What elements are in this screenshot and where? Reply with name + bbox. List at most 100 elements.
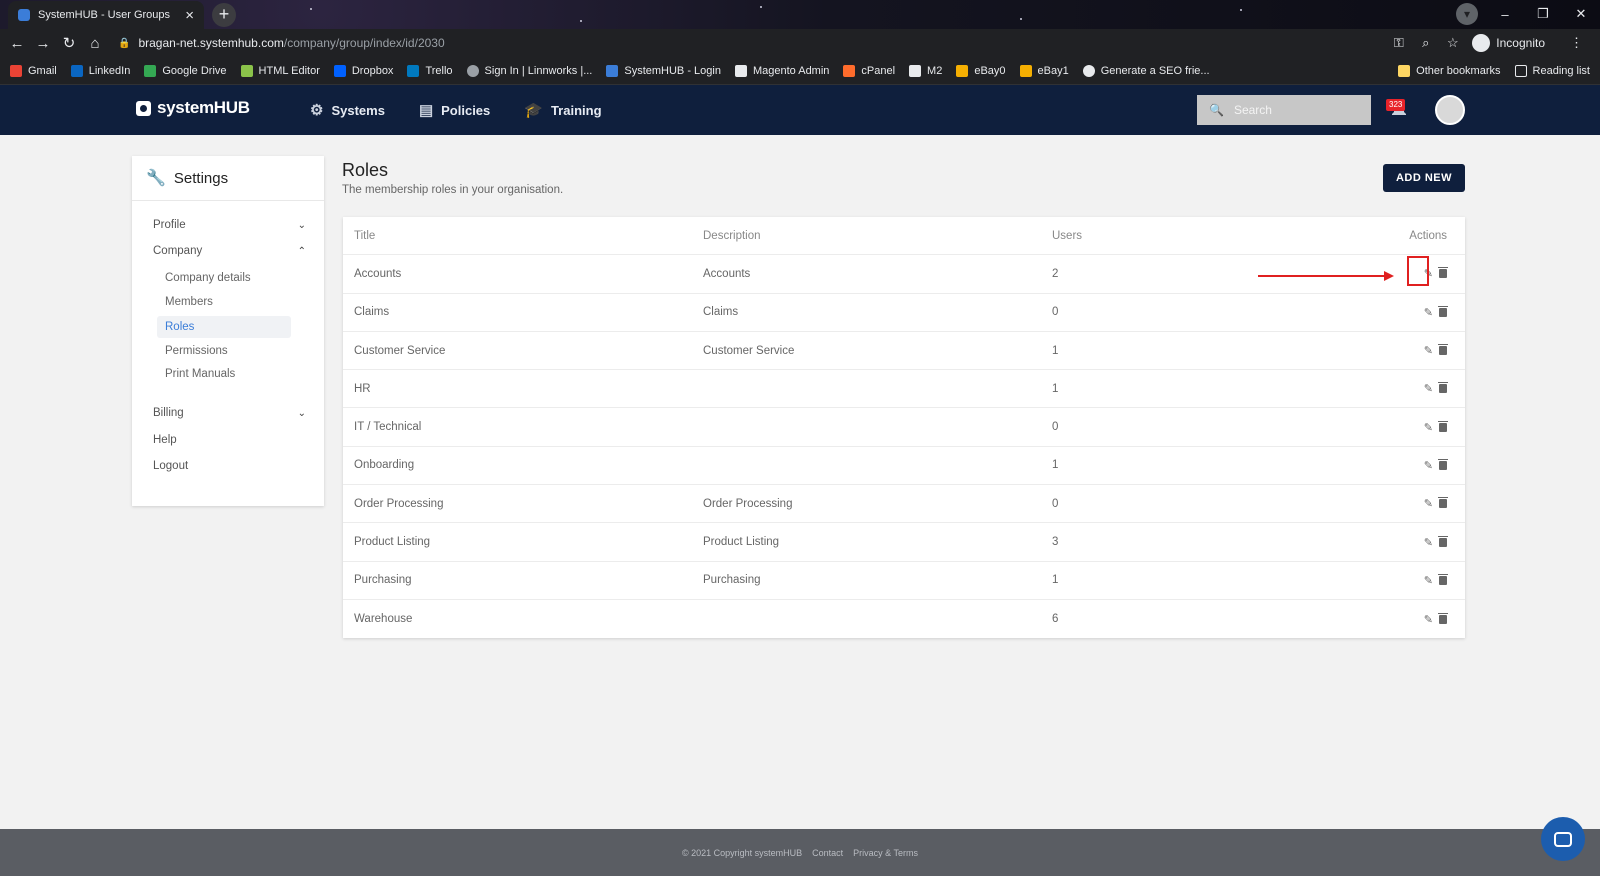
bookmark-linkedin[interactable]: LinkedIn: [70, 64, 130, 77]
page-title: Roles: [342, 160, 389, 180]
trash-icon[interactable]: [1438, 267, 1448, 279]
bookmark-m2[interactable]: M2: [909, 64, 943, 77]
url-field[interactable]: 🔒 bragan-net.systemhub.com /company/grou…: [118, 36, 445, 50]
role-users-count: 1: [1052, 574, 1059, 587]
bookmark-trello[interactable]: Trello: [407, 64, 453, 77]
back-icon[interactable]: ←: [4, 35, 30, 52]
reading-list-label: Reading list: [1532, 65, 1590, 77]
bookmark-star-icon[interactable]: ☆: [1439, 35, 1466, 51]
sidebar-item-logout[interactable]: Logout: [153, 460, 188, 472]
nav-policies[interactable]: ▤ Policies: [419, 101, 490, 119]
edit-icon[interactable]: ✎: [1424, 459, 1433, 472]
row-actions: ✎: [1424, 370, 1448, 407]
other-bookmarks-folder[interactable]: Other bookmarks: [1398, 65, 1501, 77]
browser-menu-icon[interactable]: ⋮: [1563, 35, 1590, 51]
incognito-indicator[interactable]: Incognito: [1472, 34, 1545, 52]
trash-icon[interactable]: [1438, 612, 1448, 624]
reading-list[interactable]: Reading list: [1514, 65, 1590, 77]
home-icon[interactable]: ⌂: [82, 35, 108, 52]
magento-icon: [734, 64, 747, 77]
chevron-down-icon[interactable]: ⌄: [298, 220, 306, 231]
role-title: IT / Technical: [354, 421, 422, 434]
trash-icon[interactable]: [1438, 573, 1448, 585]
user-avatar[interactable]: [1435, 95, 1465, 125]
background-star: [760, 6, 762, 8]
minimize-icon[interactable]: –: [1486, 7, 1524, 22]
close-window-icon[interactable]: ✕: [1562, 6, 1600, 22]
role-description: Order Processing: [703, 497, 793, 510]
footer-contact-link[interactable]: Contact: [812, 848, 843, 858]
bookmark-cpanel[interactable]: cPanel: [843, 64, 895, 77]
restore-icon[interactable]: ❐: [1524, 6, 1562, 22]
edit-icon[interactable]: ✎: [1424, 382, 1433, 395]
trash-icon[interactable]: [1438, 535, 1448, 547]
trash-icon[interactable]: [1438, 458, 1448, 470]
close-tab-icon[interactable]: ×: [185, 7, 194, 24]
sidebar-item-company[interactable]: Company: [153, 245, 202, 257]
role-users-count: 0: [1052, 421, 1059, 434]
nav-training[interactable]: 🎓 Training: [524, 101, 601, 119]
bookmark-magento-admin[interactable]: Magento Admin: [734, 64, 829, 77]
nav-label: Training: [550, 102, 602, 118]
dropbox-icon: [333, 64, 346, 77]
sidebar-item-print-manuals[interactable]: Print Manuals: [165, 368, 235, 380]
edit-icon[interactable]: ✎: [1424, 613, 1433, 626]
key-icon[interactable]: ⚿: [1385, 35, 1412, 51]
bookmark-label: M2: [927, 64, 943, 77]
bookmark-systemhub-login[interactable]: SystemHUB - Login: [606, 64, 721, 77]
browser-tab-active[interactable]: SystemHUB - User Groups ×: [8, 1, 204, 29]
sidebar-item-help[interactable]: Help: [153, 434, 177, 446]
search-icon: 🔍: [1209, 103, 1224, 117]
bookmark-gmail[interactable]: Gmail: [10, 64, 57, 77]
nav-systems[interactable]: ⚙ Systems: [310, 101, 385, 119]
role-description: Purchasing: [703, 574, 761, 587]
edit-icon[interactable]: ✎: [1424, 421, 1433, 434]
sidebar-item-permissions[interactable]: Permissions: [165, 345, 228, 357]
role-users-count: 1: [1052, 382, 1059, 395]
search-input[interactable]: [1233, 103, 1364, 117]
document-icon: ▤: [418, 102, 434, 119]
globe-icon: [1082, 64, 1095, 77]
trash-icon[interactable]: [1438, 382, 1448, 394]
edit-icon[interactable]: ✎: [1424, 536, 1433, 549]
bookmark-linnworks[interactable]: Sign In | Linnworks |...: [466, 64, 592, 77]
sidebar-item-profile[interactable]: Profile: [153, 219, 186, 231]
edit-icon[interactable]: ✎: [1424, 497, 1433, 510]
zoom-icon[interactable]: ⌕: [1412, 35, 1439, 51]
edit-icon[interactable]: ✎: [1424, 574, 1433, 587]
add-new-button[interactable]: ADD NEW: [1383, 164, 1465, 192]
bookmark-label: Gmail: [28, 64, 57, 77]
footer-privacy-link[interactable]: Privacy & Terms: [853, 848, 918, 858]
bookmark-html-editor[interactable]: HTML Editor: [240, 64, 320, 77]
bookmark-seo-generator[interactable]: Generate a SEO frie...: [1082, 64, 1210, 77]
chevron-down-icon[interactable]: ⌄: [298, 408, 306, 419]
trash-icon[interactable]: [1438, 497, 1448, 509]
chevron-up-icon[interactable]: ⌃: [298, 246, 306, 257]
edit-icon[interactable]: ✎: [1424, 344, 1433, 357]
trash-icon[interactable]: [1438, 305, 1448, 317]
trash-icon[interactable]: [1438, 420, 1448, 432]
sidebar-item-billing[interactable]: Billing: [153, 407, 184, 419]
sidebar-item-company-details[interactable]: Company details: [165, 272, 251, 284]
bookmark-ebay0[interactable]: eBay0: [956, 64, 1006, 77]
forward-icon[interactable]: →: [30, 35, 56, 52]
search-box[interactable]: 🔍: [1197, 95, 1371, 125]
row-actions: ✎: [1424, 408, 1448, 445]
bookmark-dropbox[interactable]: Dropbox: [333, 64, 393, 77]
bookmark-ebay1[interactable]: eBay1: [1019, 64, 1069, 77]
role-users-count: 1: [1052, 344, 1059, 357]
tab-search-icon[interactable]: ▾: [1456, 3, 1478, 25]
reload-icon[interactable]: ↻: [56, 34, 82, 52]
table-row: Warehouse 6 ✎: [343, 600, 1465, 638]
role-title: HR: [354, 382, 371, 395]
chat-widget-button[interactable]: [1541, 817, 1585, 861]
sidebar-item-roles[interactable]: Roles: [165, 321, 194, 333]
reading-list-icon: [1514, 65, 1527, 77]
sidebar-item-members[interactable]: Members: [165, 296, 213, 308]
new-tab-button[interactable]: +: [212, 3, 236, 27]
bookmark-google-drive[interactable]: Google Drive: [144, 64, 227, 77]
table-row: Claims Claims 0 ✎: [343, 294, 1465, 332]
systemhub-logo[interactable]: systemHUB: [136, 98, 250, 118]
edit-icon[interactable]: ✎: [1424, 306, 1433, 319]
trash-icon[interactable]: [1438, 344, 1448, 356]
